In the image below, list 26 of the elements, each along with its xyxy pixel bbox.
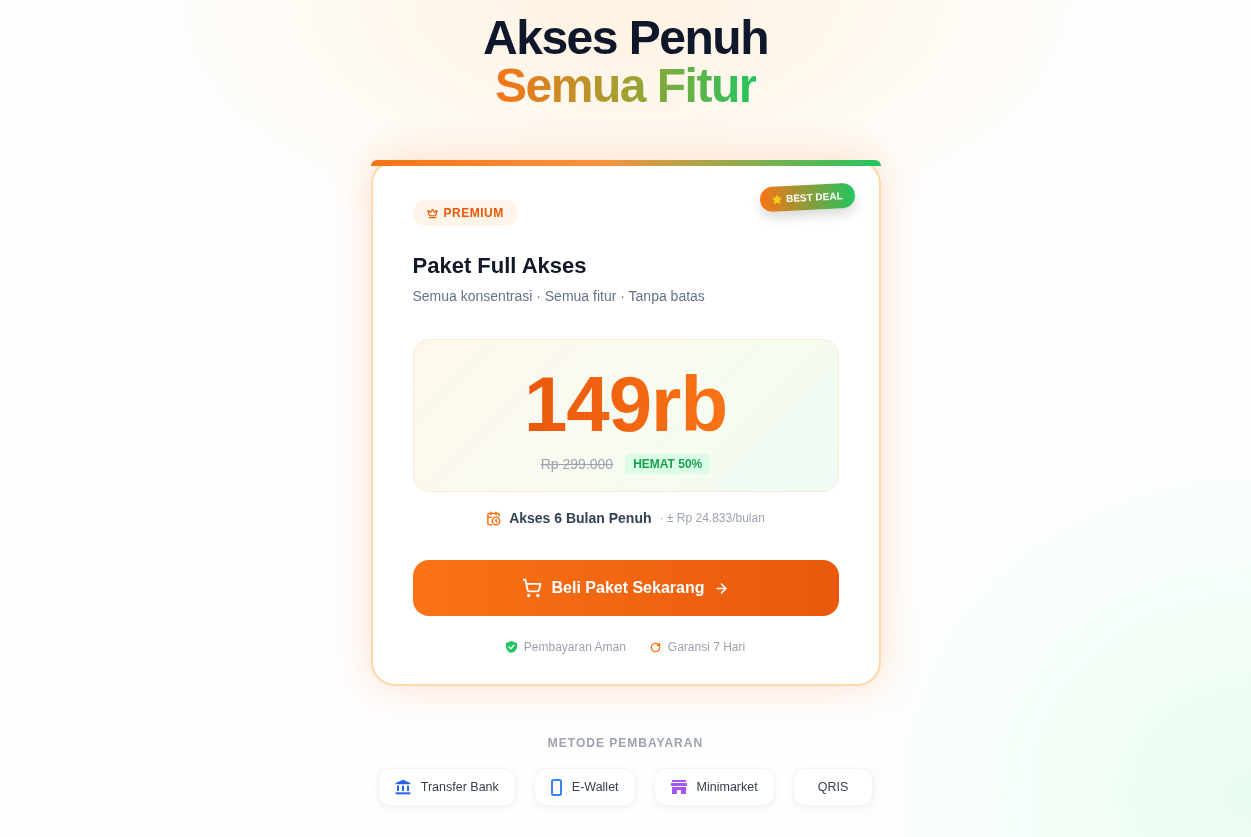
arrow-right-icon bbox=[714, 580, 730, 596]
original-price: Rp 299.000 bbox=[540, 455, 614, 472]
plan-tagline: Semua konsentrasi · Semua fitur · Tanpa batas bbox=[412, 287, 706, 306]
plan-name: Paket Full Akses bbox=[412, 252, 588, 280]
refresh-icon bbox=[649, 641, 661, 653]
payment-method-chip[interactable]: Minimarket bbox=[653, 768, 775, 806]
store-icon bbox=[670, 780, 687, 794]
discount-badge: HEMAT 50% bbox=[625, 453, 711, 474]
guarantee-text: Pembayaran Aman bbox=[523, 640, 626, 654]
star-icon bbox=[771, 193, 783, 205]
bank-icon bbox=[394, 779, 411, 795]
guarantee-text: Garansi 7 Hari bbox=[667, 640, 746, 654]
shield-check-icon bbox=[505, 641, 517, 653]
smartphone-icon bbox=[550, 778, 562, 796]
payment-method-chip[interactable]: E-Wallet bbox=[533, 768, 636, 806]
payment-method-chip[interactable]: QRIS bbox=[792, 768, 874, 806]
duration-text: Akses 6 Bulan Penuh bbox=[509, 510, 652, 526]
monthly-price: · ± Rp 24.833/bulan bbox=[659, 511, 765, 525]
cart-icon bbox=[521, 578, 542, 598]
payment-method-chip[interactable]: Transfer Bank bbox=[377, 768, 516, 806]
premium-label: PREMIUM bbox=[443, 206, 504, 220]
page-title: Akses Penuh bbox=[483, 14, 768, 62]
crown-icon bbox=[426, 207, 438, 219]
calendar-clock-icon bbox=[486, 510, 502, 526]
payment-methods-heading: METODE PEMBAYARAN bbox=[547, 736, 704, 750]
best-deal-label: BEST DEAL bbox=[785, 190, 843, 205]
